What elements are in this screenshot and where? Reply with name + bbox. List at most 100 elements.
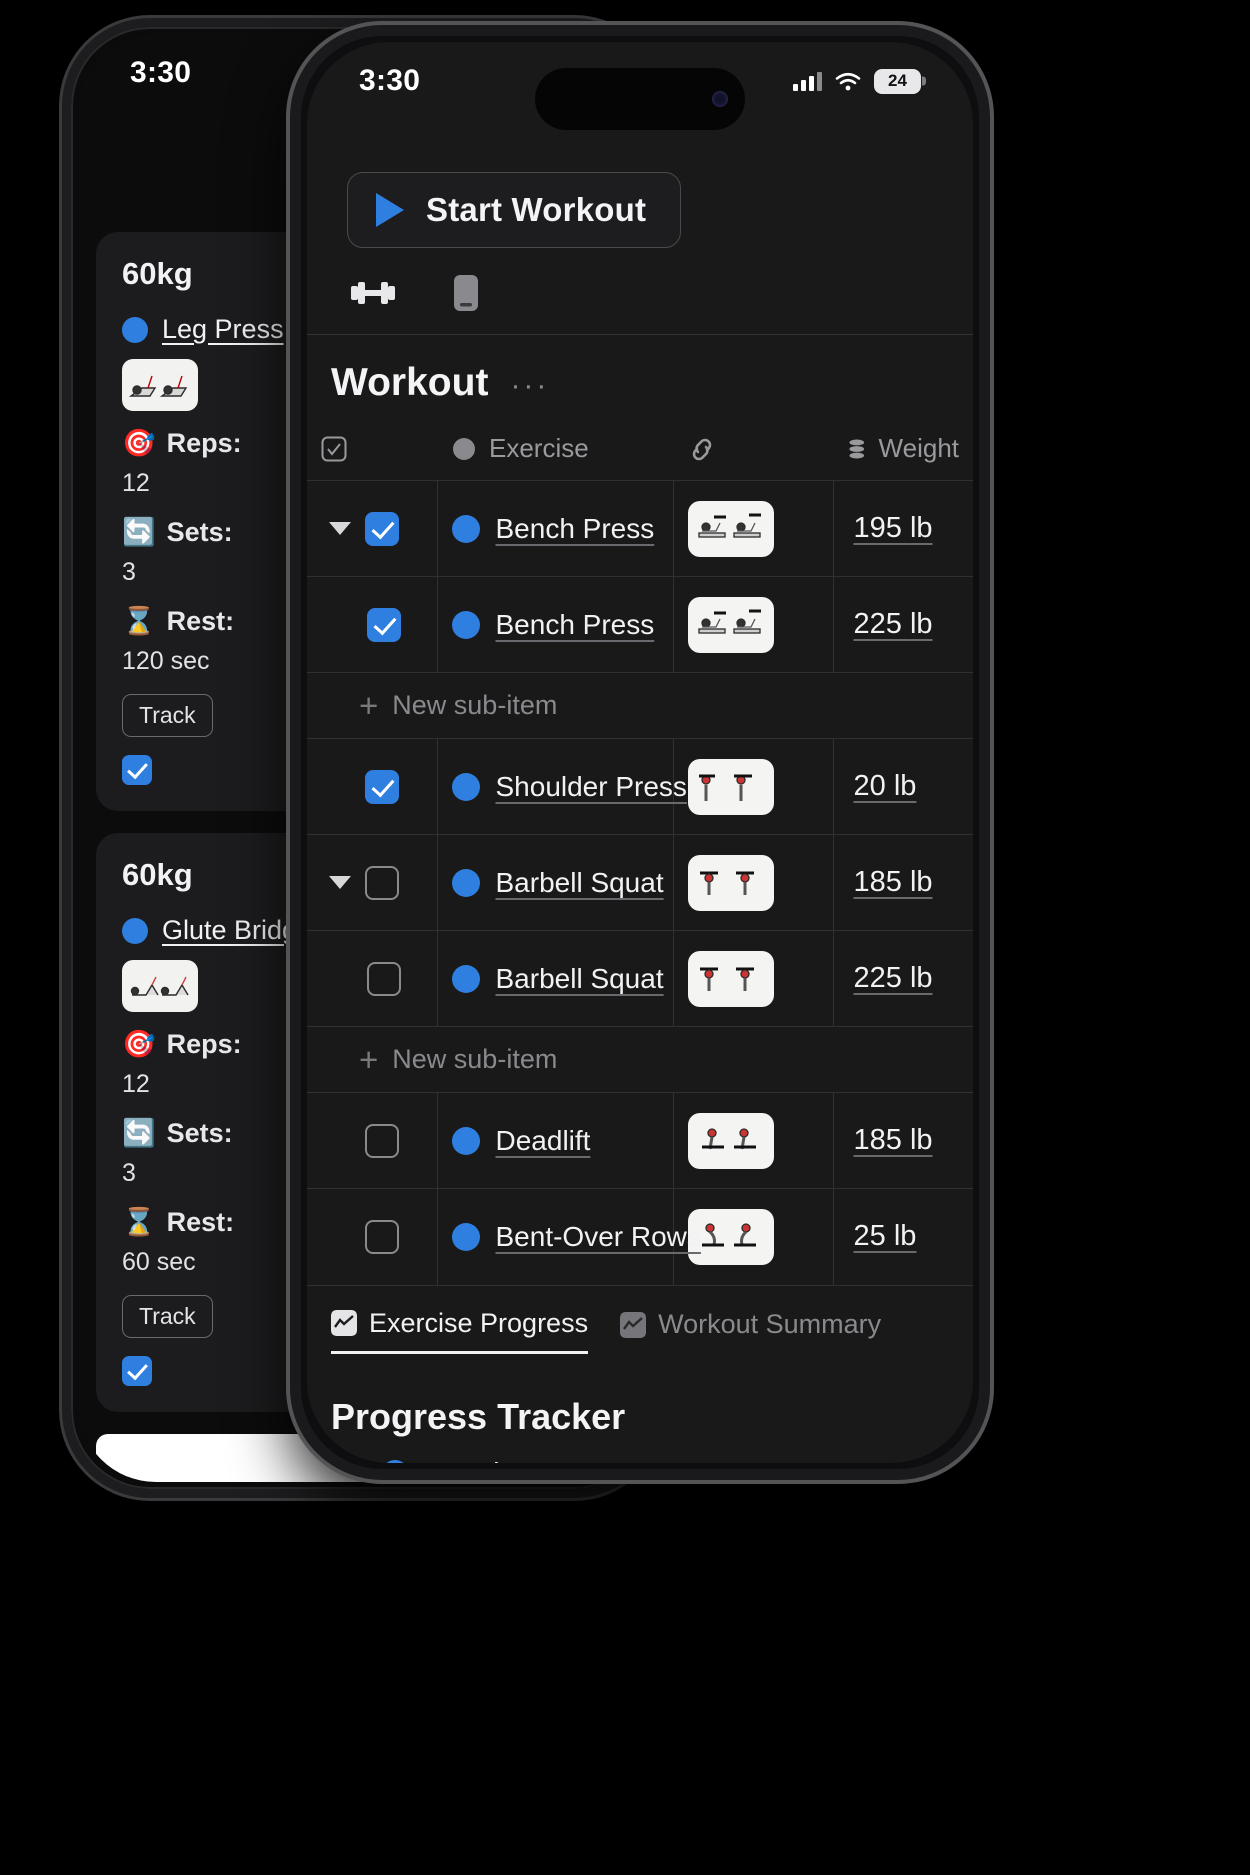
mute-switch[interactable] [290,306,294,346]
card-exercise-name[interactable]: Leg Press [162,314,284,345]
table-row[interactable]: Bent-Over Rows 25 lb [307,1188,973,1285]
row-check-cell[interactable] [307,738,438,835]
new-sub-item-cell[interactable]: + New sub-item [307,672,973,739]
card-checkbox[interactable] [122,755,152,785]
tab-workout-summary[interactable]: Workout Summary [620,1309,881,1352]
tracker-group-row[interactable]: Bench Press 4 [307,1458,973,1464]
row-thumb-cell[interactable] [673,1092,834,1189]
row-name-cell[interactable]: Bent-Over Rows [437,1188,701,1285]
workout-table-header: Exercise Weight [307,423,973,481]
row-weight-cell[interactable]: 185 lb [833,1092,973,1189]
table-row[interactable]: Bench Press [307,576,973,673]
table-row[interactable]: Shoulder Press 20 lb [307,738,973,835]
tab-exercise-progress[interactable]: Exercise Progress [331,1308,589,1354]
row-thumb-cell[interactable] [673,576,834,673]
new-sub-item-row[interactable]: + New sub-item [307,1026,973,1093]
start-workout-button[interactable]: Start Workout [347,172,682,248]
row-check-cell[interactable] [307,930,438,1027]
row-name-cell[interactable]: Shoulder Press [437,738,687,835]
exercise-name[interactable]: Shoulder Press [496,771,687,803]
row-name-cell[interactable]: Barbell Squat [437,834,674,931]
weight-value[interactable]: 20 lb [848,770,917,802]
row-name-cell[interactable]: Deadlift [437,1092,674,1189]
volume-up-button[interactable] [290,396,294,482]
row-check-cell[interactable] [307,480,438,577]
power-button[interactable] [986,466,990,596]
exercise-name[interactable]: Barbell Squat [496,867,664,899]
weight-value[interactable]: 225 lb [848,962,933,994]
triangle-down-icon[interactable] [329,876,351,889]
view-switcher [307,248,973,334]
weight-value[interactable]: 185 lb [848,1124,933,1156]
row-weight-cell[interactable]: 185 lb [833,834,973,931]
row-weight-cell[interactable]: 225 lb [833,576,973,673]
exercise-name[interactable]: Bench Press [496,609,655,641]
card-checkbox[interactable] [122,1356,152,1386]
plus-icon: + [359,1041,379,1078]
mobile-icon[interactable] [453,274,479,312]
new-sub-item-row[interactable]: + New sub-item [307,672,973,739]
back-phone-volume-down-button[interactable] [62,537,65,623]
row-checkbox[interactable] [365,865,399,900]
repeat-icon: 🔄 [122,517,156,547]
blue-dot-icon [122,316,148,343]
blue-dot-icon [451,514,480,543]
row-name-cell[interactable]: Bench Press [437,576,674,673]
row-check-cell[interactable] [307,834,438,931]
row-checkbox[interactable] [365,1123,399,1158]
row-check-cell[interactable] [307,576,438,673]
more-options-button[interactable]: ··· [510,371,549,401]
triangle-down-icon[interactable] [329,522,351,535]
track-button[interactable]: Track [122,694,213,737]
column-header-link[interactable] [673,423,833,481]
exercise-name[interactable]: Barbell Squat [496,963,664,995]
new-sub-item-label: New sub-item [392,690,558,720]
row-thumb-cell[interactable] [673,1188,834,1285]
weight-value[interactable]: 25 lb [848,1220,917,1252]
back-status-time: 3:30 [130,56,192,89]
row-checkbox[interactable] [365,511,399,546]
table-row[interactable]: Bench Press [307,480,973,577]
progress-tabs: Exercise Progress Workout Summary [307,1284,973,1370]
weight-value[interactable]: 195 lb [848,512,933,544]
weight-value[interactable]: 225 lb [848,608,933,640]
row-thumb-cell[interactable] [673,930,834,1027]
row-weight-cell[interactable]: 25 lb [833,1188,973,1285]
table-row[interactable]: Barbell Squat [307,930,973,1027]
row-thumb-cell[interactable] [673,834,834,931]
deadlift-glyph [701,1127,756,1149]
status-bar: 3:30 24 [307,42,973,130]
back-phone-volume-up-button[interactable] [62,427,65,513]
row-thumb-cell[interactable] [673,480,834,577]
battery-icon: 24 [874,68,921,94]
row-weight-cell[interactable]: 20 lb [833,738,973,835]
row-checkbox[interactable] [365,769,399,804]
card-prop-label: Sets: [166,516,233,547]
dumbbell-icon[interactable] [351,278,395,308]
row-name-cell[interactable]: Bench Press [437,480,674,577]
row-weight-cell[interactable]: 225 lb [833,930,973,1027]
row-thumb-cell[interactable] [673,738,834,835]
row-check-cell[interactable] [307,1188,438,1285]
new-sub-item-cell[interactable]: + New sub-item [307,1026,973,1093]
exercise-name[interactable]: Deadlift [496,1125,591,1157]
weight-value[interactable]: 185 lb [848,866,933,898]
column-header-weight[interactable]: Weight [833,423,973,481]
row-name-cell[interactable]: Barbell Squat [437,930,674,1027]
table-row[interactable]: Deadlift 185 lb [307,1092,973,1189]
exercise-name[interactable]: Bench Press [496,513,655,545]
column-header-check[interactable] [307,423,437,481]
table-row[interactable]: Barbell Squat [307,834,973,931]
row-check-cell[interactable] [307,1092,438,1189]
row-weight-cell[interactable]: 195 lb [833,480,973,577]
volume-down-button[interactable] [290,508,294,594]
column-header-exercise[interactable]: Exercise [437,423,673,481]
row-checkbox[interactable] [365,1219,399,1254]
track-button[interactable]: Track [122,1295,213,1338]
row-checkbox[interactable] [367,961,401,996]
row-checkbox[interactable] [367,607,401,642]
exercise-name[interactable]: Bent-Over Rows [496,1221,701,1253]
bent-over-rows-glyph [701,1223,756,1247]
back-phone-mute-button[interactable] [62,327,65,371]
tracker-group-name[interactable]: Bench Press [427,1458,591,1464]
